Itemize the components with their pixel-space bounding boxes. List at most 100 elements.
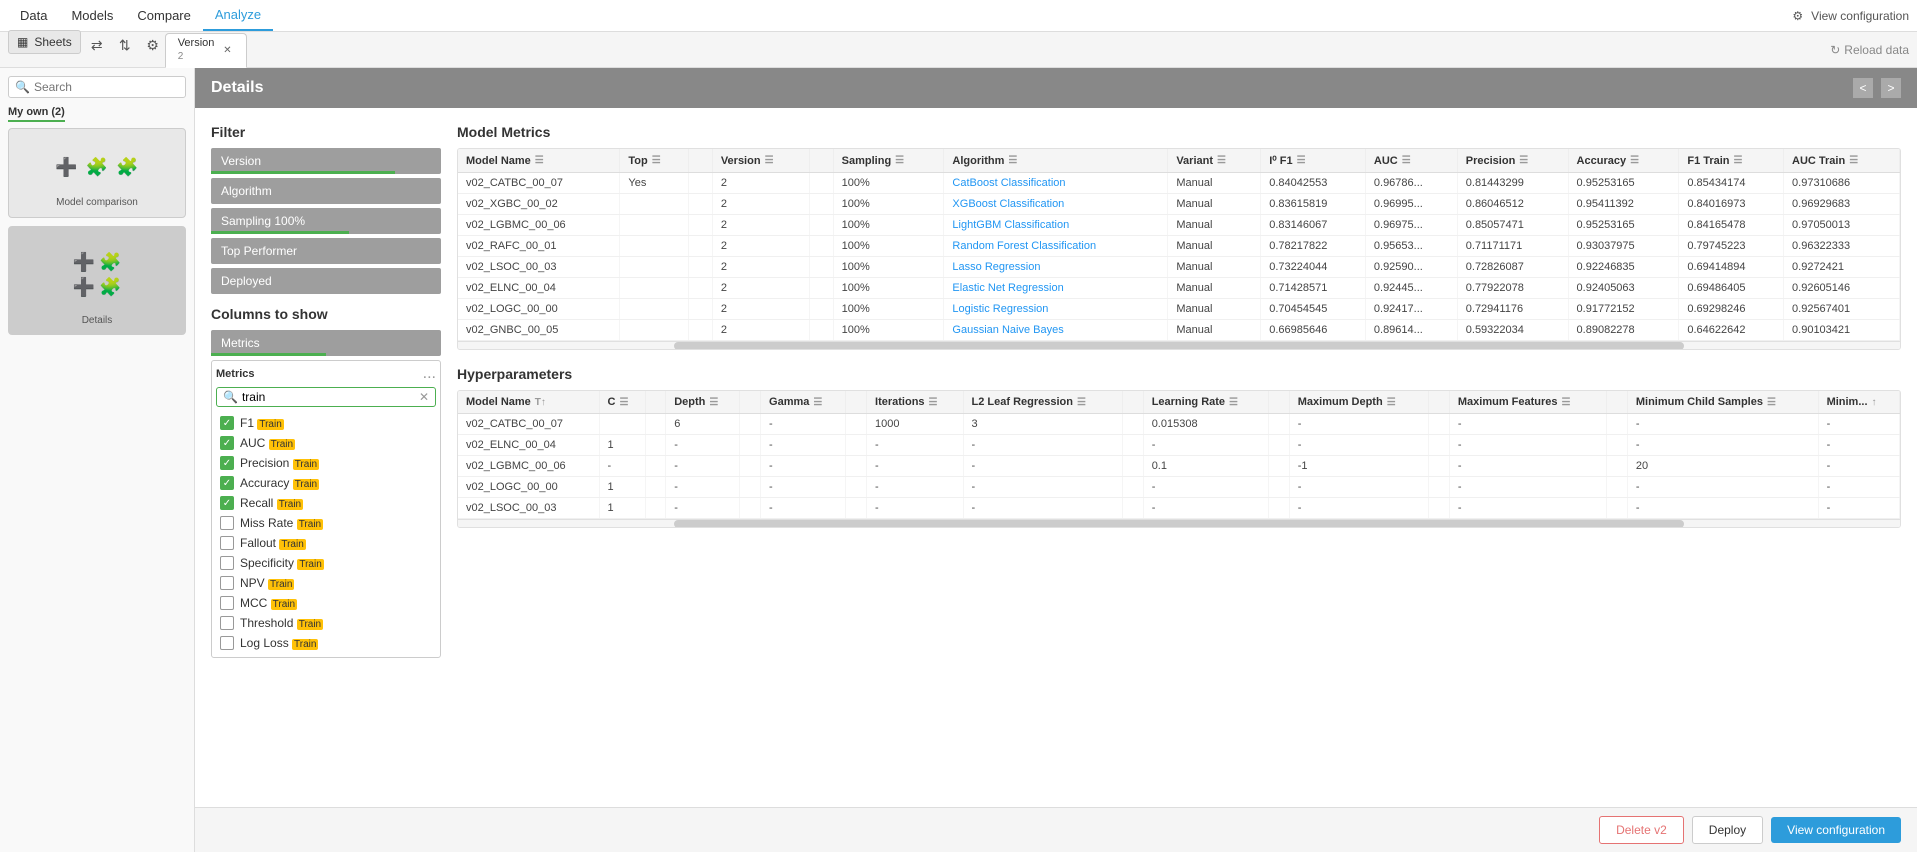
metrics-checkbox-specificity[interactable] xyxy=(220,556,234,570)
search-input[interactable] xyxy=(34,80,179,94)
table-row[interactable]: v02_ELNC_00_04 1 - - - - xyxy=(458,435,1900,456)
toolbar-icon-2[interactable]: ⇅ xyxy=(113,34,137,58)
table-row[interactable]: v02_LOGC_00_00 1 - - - - xyxy=(458,477,1900,498)
metrics-checkbox-log-loss[interactable] xyxy=(220,636,234,650)
col-accuracy[interactable]: Accuracy ☰ xyxy=(1568,149,1679,173)
algorithm-link[interactable]: Logistic Regression xyxy=(952,303,1048,315)
metrics-item-threshold[interactable]: Threshold Train xyxy=(216,613,436,633)
metrics-checkbox-precision[interactable]: ✓ xyxy=(220,456,234,470)
tab-version[interactable]: Version 2 ✕ xyxy=(165,33,248,68)
hp-col-depth[interactable]: Depth ☰ xyxy=(666,391,740,414)
filter-deployed[interactable]: Deployed xyxy=(211,268,441,294)
col-auc[interactable]: AUC ☰ xyxy=(1365,149,1457,173)
sheets-button[interactable]: ▦ Sheets xyxy=(8,30,81,54)
col-auc-train[interactable]: AUC Train ☰ xyxy=(1784,149,1900,173)
metrics-item-recall-train[interactable]: ✓ Recall Train xyxy=(216,493,436,513)
col-f1-train[interactable]: F1 Train ☰ xyxy=(1679,149,1784,173)
toolbar-icon-3[interactable]: ⚙ xyxy=(141,34,165,58)
metrics-search-clear[interactable]: ✕ xyxy=(419,390,429,404)
filter-top-performer[interactable]: Top Performer xyxy=(211,238,441,264)
model-metrics-table-wrapper[interactable]: Model Name ☰ Top ☰ Version ☰ Sampling ☰ … xyxy=(457,148,1901,350)
hp-col-max-features[interactable]: Maximum Features ☰ xyxy=(1449,391,1606,414)
table-row[interactable]: v02_LGBMC_00_06 - - - - - xyxy=(458,456,1900,477)
table-row[interactable]: v02_XGBC_00_02 2 100% XGBoost Classifica… xyxy=(458,194,1900,215)
view-configuration-button[interactable]: View configuration xyxy=(1771,817,1901,843)
col-version[interactable]: Version ☰ xyxy=(712,149,809,173)
metrics-bar[interactable]: Metrics xyxy=(211,330,441,356)
hp-col-lr[interactable]: Learning Rate ☰ xyxy=(1143,391,1268,414)
nav-analyze[interactable]: Analyze xyxy=(203,0,273,31)
table-row[interactable]: v02_LGBMC_00_06 2 100% LightGBM Classifi… xyxy=(458,215,1900,236)
reload-data-button[interactable]: ↻ Reload data xyxy=(1830,43,1909,57)
nav-data[interactable]: Data xyxy=(8,0,59,31)
delete-v2-button[interactable]: Delete v2 xyxy=(1599,816,1684,844)
col-variant[interactable]: Variant ☰ xyxy=(1168,149,1261,173)
metrics-item-fallout[interactable]: Fallout Train xyxy=(216,533,436,553)
algorithm-link[interactable]: Gaussian Naive Bayes xyxy=(952,324,1063,336)
algorithm-link[interactable]: XGBoost Classification xyxy=(952,198,1064,210)
metrics-item-specificity[interactable]: Specificity Train xyxy=(216,553,436,573)
metrics-checkbox-recall[interactable]: ✓ xyxy=(220,496,234,510)
col-if1[interactable]: I⁰ F1 ☰ xyxy=(1261,149,1366,173)
metrics-item-f1-train[interactable]: ✓ F1 Train xyxy=(216,413,436,433)
table-row[interactable]: v02_ELNC_00_04 2 100% Elastic Net Regres… xyxy=(458,278,1900,299)
metrics-item-auc-train[interactable]: ✓ AUC Train xyxy=(216,433,436,453)
table-row[interactable]: v02_GNBC_00_05 2 100% Gaussian Naive Bay… xyxy=(458,320,1900,341)
table-row[interactable]: v02_LSOC_00_03 1 - - - - xyxy=(458,498,1900,519)
tab-close-button[interactable]: ✕ xyxy=(220,43,234,57)
nav-compare[interactable]: Compare xyxy=(125,0,202,31)
table-row[interactable]: v02_LOGC_00_00 2 100% Logistic Regressio… xyxy=(458,299,1900,320)
filter-sampling[interactable]: Sampling 100% xyxy=(211,208,441,234)
col-precision[interactable]: Precision ☰ xyxy=(1457,149,1568,173)
col-model-name[interactable]: Model Name ☰ xyxy=(458,149,620,173)
metrics-item-accuracy-train[interactable]: ✓ Accuracy Train xyxy=(216,473,436,493)
col-algorithm[interactable]: Algorithm ☰ xyxy=(944,149,1168,173)
hp-col-min-child[interactable]: Minimum Child Samples ☰ xyxy=(1627,391,1818,414)
metrics-checkbox-auc[interactable]: ✓ xyxy=(220,436,234,450)
col-top[interactable]: Top ☰ xyxy=(620,149,689,173)
table-row[interactable]: v02_RAFC_00_01 2 100% Random Forest Clas… xyxy=(458,236,1900,257)
hyperparameters-table-wrapper[interactable]: Model Name T↑ C ☰ Depth ☰ Gamma ☰ Iterat… xyxy=(457,390,1901,528)
metrics-checkbox-mcc[interactable] xyxy=(220,596,234,610)
table-row[interactable]: v02_LSOC_00_03 2 100% Lasso Regression M… xyxy=(458,257,1900,278)
col-sampling[interactable]: Sampling ☰ xyxy=(833,149,944,173)
metrics-dots-button[interactable]: ... xyxy=(423,365,436,383)
nav-models[interactable]: Models xyxy=(59,0,125,31)
deploy-button[interactable]: Deploy xyxy=(1692,816,1763,844)
algorithm-link[interactable]: Elastic Net Regression xyxy=(952,282,1063,294)
hp-col-c[interactable]: C ☰ xyxy=(599,391,645,414)
model-metrics-scrollbar[interactable] xyxy=(458,341,1900,349)
sidebar-card-comparison[interactable]: ➕ 🧩 🧩 Model comparison xyxy=(8,128,186,218)
hp-col-gamma[interactable]: Gamma ☰ xyxy=(761,391,846,414)
algorithm-link[interactable]: LightGBM Classification xyxy=(952,219,1069,231)
filter-version[interactable]: Version xyxy=(211,148,441,174)
table-row[interactable]: v02_CATBC_00_07 Yes 2 100% CatBoost Clas… xyxy=(458,173,1900,194)
details-next-button[interactable]: > xyxy=(1881,78,1901,98)
hp-col-l2[interactable]: L2 Leaf Regression ☰ xyxy=(963,391,1123,414)
hyperparameters-scrollbar[interactable] xyxy=(458,519,1900,527)
table-row[interactable]: v02_CATBC_00_07 6 - 1000 3 xyxy=(458,414,1900,435)
metrics-item-npv[interactable]: NPV Train xyxy=(216,573,436,593)
metrics-checkbox-miss-rate[interactable] xyxy=(220,516,234,530)
view-configuration-top[interactable]: ⚙ View configuration xyxy=(1792,9,1909,23)
algorithm-link[interactable]: Random Forest Classification xyxy=(952,240,1096,252)
hp-col-model-name[interactable]: Model Name T↑ xyxy=(458,391,599,414)
hp-col-max-depth[interactable]: Maximum Depth ☰ xyxy=(1289,391,1429,414)
filter-algorithm[interactable]: Algorithm xyxy=(211,178,441,204)
metrics-item-log-loss[interactable]: Log Loss Train xyxy=(216,633,436,653)
algorithm-link[interactable]: CatBoost Classification xyxy=(952,177,1065,189)
sidebar-card-details[interactable]: ➕ 🧩 ➕ 🧩 Details xyxy=(8,226,186,335)
metrics-checkbox-f1[interactable]: ✓ xyxy=(220,416,234,430)
metrics-item-precision-train[interactable]: ✓ Precision Train xyxy=(216,453,436,473)
metrics-checkbox-fallout[interactable] xyxy=(220,536,234,550)
details-prev-button[interactable]: < xyxy=(1853,78,1873,98)
toolbar-icon-1[interactable]: ⇄ xyxy=(85,34,109,58)
metrics-item-mcc[interactable]: MCC Train xyxy=(216,593,436,613)
algorithm-link[interactable]: Lasso Regression xyxy=(952,261,1040,273)
metrics-checkbox-accuracy[interactable]: ✓ xyxy=(220,476,234,490)
metrics-checkbox-threshold[interactable] xyxy=(220,616,234,630)
metrics-search-input[interactable] xyxy=(242,390,419,404)
hp-col-iterations[interactable]: Iterations ☰ xyxy=(867,391,963,414)
metrics-checkbox-npv[interactable] xyxy=(220,576,234,590)
hp-col-minim[interactable]: Minim... ↑ xyxy=(1818,391,1899,414)
